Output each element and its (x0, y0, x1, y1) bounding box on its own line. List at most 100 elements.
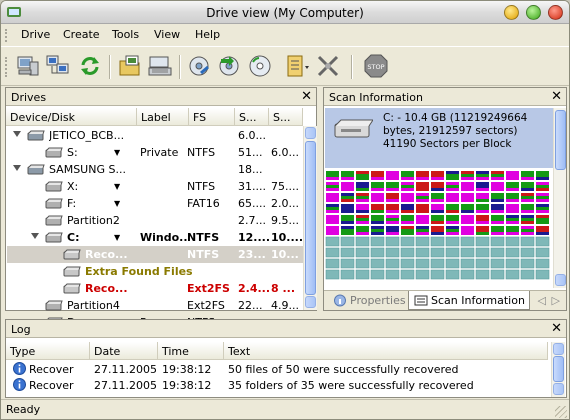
status-bar: Ready (1, 399, 569, 419)
disk-block (521, 193, 534, 202)
col-start[interactable]: S... (235, 108, 269, 126)
disk-block (371, 171, 384, 180)
drive-tree-row[interactable]: Reco... Ext2FS 2.4... 8 ... (7, 280, 303, 297)
disk-block (445, 258, 460, 269)
scan-scrollbar[interactable] (553, 108, 566, 288)
minimize-button[interactable] (504, 5, 519, 20)
col-size[interactable]: S... (269, 108, 303, 126)
menu-help[interactable]: Help (195, 28, 220, 41)
disk-block (475, 258, 490, 269)
log-col-text[interactable]: Text (224, 342, 548, 360)
toolbar-grip[interactable] (5, 57, 8, 77)
drive-tree-row[interactable]: Partition2 2.7... 9.5... (7, 212, 303, 229)
tab-scroll-right-icon[interactable]: ▷ (552, 294, 560, 307)
tab-properties[interactable]: Properties (328, 291, 410, 310)
expand-arrow-icon[interactable] (31, 233, 39, 239)
drives-scrollbar[interactable] (303, 126, 317, 310)
drive-tree-row[interactable]: ▼ X: NTFS 31.... 75.... (7, 178, 303, 195)
stop-icon[interactable]: STOP (363, 53, 389, 79)
file-options-icon[interactable] (283, 53, 309, 79)
drive-tree-row[interactable]: JETICO_BCB... 6.0... (7, 127, 303, 144)
log-close-icon[interactable]: ✕ (551, 321, 562, 336)
log-date: 27.11.2005 (94, 363, 157, 376)
log-scroll-down-button[interactable] (553, 383, 564, 395)
log-scroll-thumb[interactable] (553, 356, 564, 382)
drive-start: 2.7... (238, 214, 266, 227)
scroll-up-button[interactable] (305, 127, 316, 139)
disk-block (415, 269, 430, 280)
log-col-date[interactable]: Date (90, 342, 158, 360)
disk-block (386, 193, 399, 202)
refresh-icon[interactable] (77, 53, 103, 79)
disk-block (430, 247, 445, 258)
drive-tree-row[interactable]: Extra Found Files (7, 263, 303, 280)
partition-dropdown-icon[interactable]: ▼ (114, 148, 120, 157)
disk-block (521, 204, 534, 213)
drive-tree-row[interactable]: Reco... NTFS 23... 10... (7, 246, 303, 263)
log-col-time[interactable]: Time (158, 342, 224, 360)
menu-grip[interactable] (5, 29, 8, 42)
tab-scroll-left-icon[interactable]: ◁ (538, 294, 546, 307)
partition-icon (45, 300, 63, 311)
disk-image-icon[interactable] (247, 53, 273, 79)
open-image-icon[interactable] (117, 53, 143, 79)
disk-block (521, 226, 534, 235)
toolbar: STOP (1, 46, 569, 86)
expand-arrow-icon[interactable] (13, 165, 21, 171)
disconnect-icon[interactable] (315, 53, 341, 79)
disk-block (326, 182, 339, 191)
scroll-thumb[interactable] (305, 141, 316, 295)
col-fs[interactable]: FS (189, 108, 235, 126)
menu-tools[interactable]: Tools (112, 28, 139, 41)
keyboard-icon[interactable] (147, 53, 173, 79)
disk-block (340, 236, 355, 247)
tab-scan-information[interactable]: Scan Information (408, 291, 530, 310)
restore-icon[interactable] (217, 53, 243, 79)
col-device-disk[interactable]: Device/Disk (6, 108, 137, 126)
title-bar[interactable]: Drive view (My Computer) (1, 1, 569, 24)
partition-dropdown-icon[interactable]: ▼ (114, 199, 120, 208)
computer-icon[interactable] (15, 53, 41, 79)
scan-scroll-down-button[interactable] (555, 274, 566, 286)
menu-drive[interactable]: Drive (21, 28, 50, 41)
resize-grip[interactable] (555, 406, 567, 418)
network-computers-icon[interactable] (45, 53, 71, 79)
drive-tree-row[interactable]: Partition4 Ext2FS 22... 4.9... (7, 297, 303, 314)
disk-block (460, 247, 475, 258)
log-row[interactable]: Recover 27.11.2005 19:38:12 35 folders o… (7, 377, 547, 393)
partition-dropdown-icon[interactable]: ▼ (114, 182, 120, 191)
menu-create[interactable]: Create (63, 28, 100, 41)
app-window: Drive view (My Computer) Drive Create To… (0, 0, 570, 420)
drive-size: 4.9... (271, 299, 299, 312)
window-title: Drive view (My Computer) (206, 6, 364, 20)
scan-info-box: C: - 10.4 GB (11219249664 bytes, 2191259… (325, 108, 553, 168)
disk-block (430, 269, 445, 280)
log-scrollbar[interactable] (551, 342, 565, 397)
partition-dropdown-icon[interactable]: ▼ (114, 233, 120, 242)
log-col-type[interactable]: Type (6, 342, 90, 360)
log-scroll-up-button[interactable] (553, 343, 564, 355)
scan-close-icon[interactable]: ✕ (551, 89, 562, 104)
menu-view[interactable]: View (154, 28, 180, 41)
drive-name: X: (67, 180, 79, 193)
drive-tree-row[interactable]: SAMSUNG S... 18... (7, 161, 303, 178)
disk-block (490, 236, 505, 247)
drive-tree-row[interactable]: ▼ F: FAT16 65.... 2.0... (7, 195, 303, 212)
disk-block (415, 236, 430, 247)
disk-block (445, 236, 460, 247)
disk-block (401, 215, 414, 224)
drive-tree-row[interactable]: ▼ C: Windo... NTFS 12.... 10.... (7, 229, 303, 246)
disk-block (476, 215, 489, 224)
log-row[interactable]: Recover 27.11.2005 19:38:12 50 files of … (7, 361, 547, 377)
disk-block (356, 171, 369, 180)
expand-arrow-icon[interactable] (13, 131, 21, 137)
scroll-down-button[interactable] (305, 296, 316, 308)
col-label[interactable]: Label (137, 108, 189, 126)
status-text: Ready (6, 403, 41, 416)
drives-close-icon[interactable]: ✕ (301, 89, 312, 104)
maximize-button[interactable] (526, 5, 541, 20)
scan-scroll-thumb[interactable] (555, 110, 566, 170)
scan-icon[interactable] (187, 53, 213, 79)
drive-tree-row[interactable]: ▼ S: Private NTFS 51... 6.0... (7, 144, 303, 161)
close-window-button[interactable] (548, 5, 563, 20)
